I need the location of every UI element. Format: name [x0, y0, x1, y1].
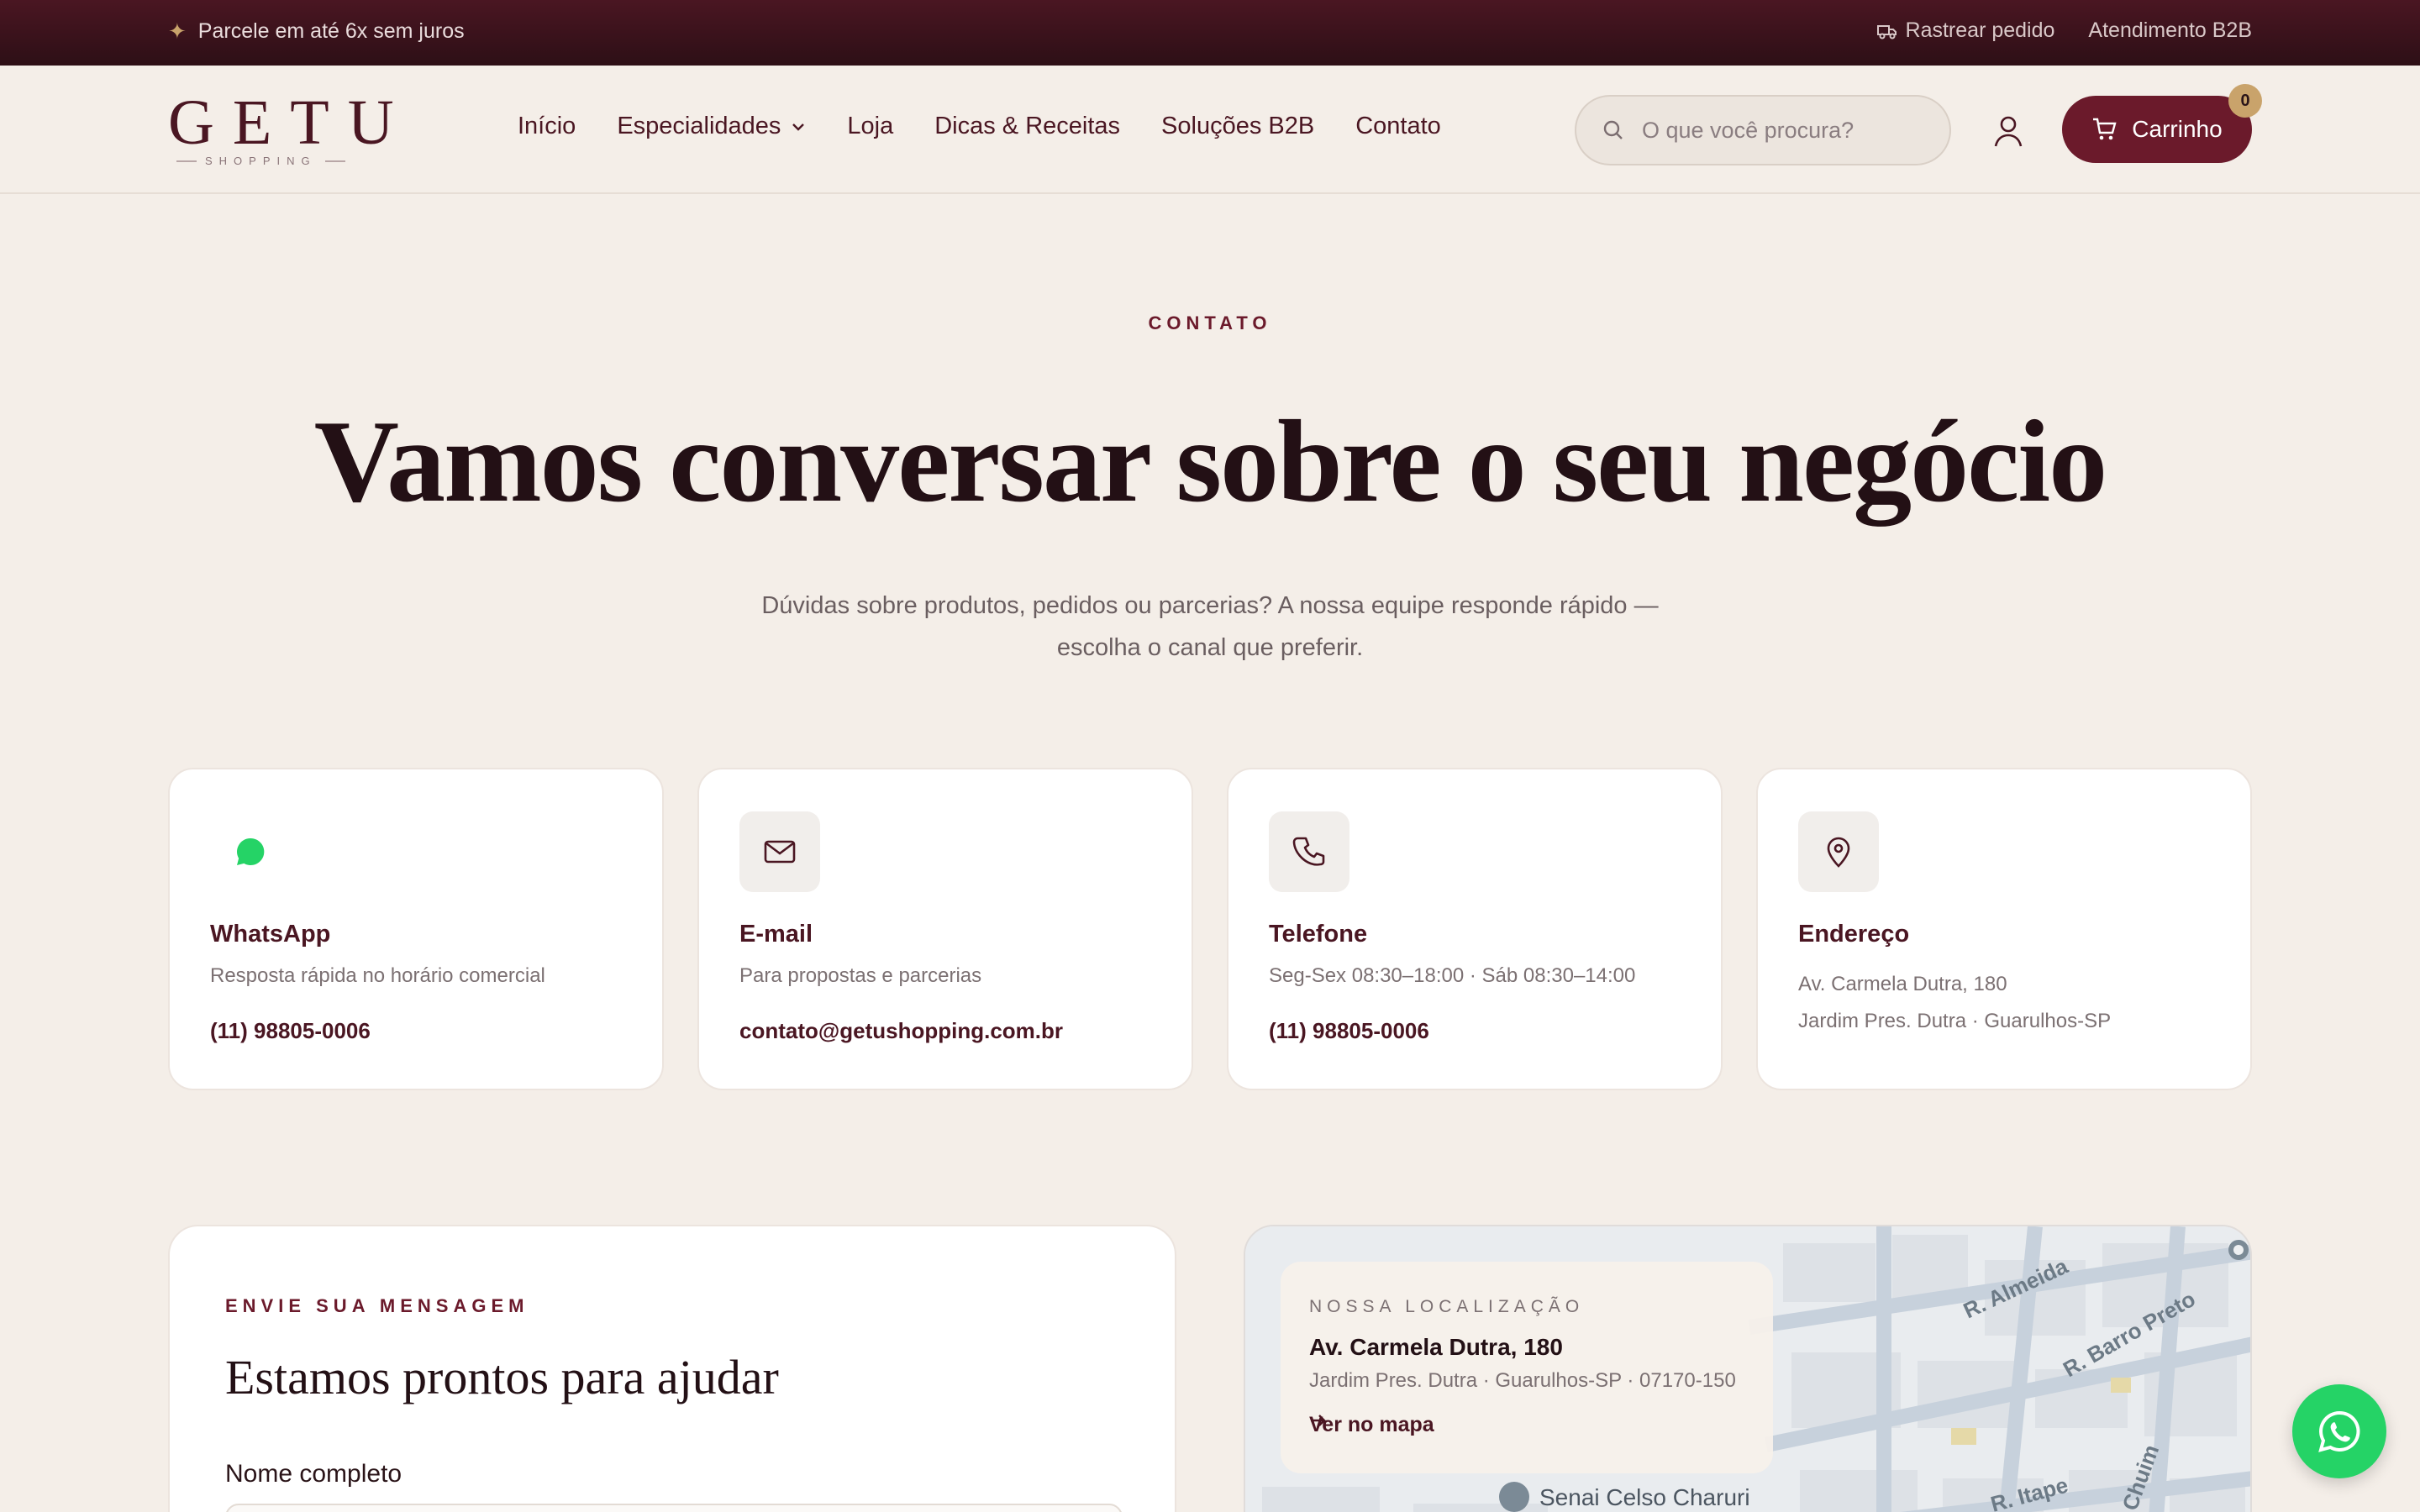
logo-word: GETU — [168, 87, 413, 158]
view-on-map-link[interactable]: Ver no mapa — [1309, 1413, 1434, 1437]
cart-icon — [2093, 118, 2117, 140]
mail-icon — [764, 840, 796, 864]
phone-icon-box — [1269, 811, 1349, 892]
card-description: Para propostas e parcerias — [739, 964, 982, 987]
map-eyebrow: NOSSA LOCALIZAÇÃO — [1309, 1297, 1585, 1316]
arrow-right-icon — [1311, 1415, 1326, 1426]
email-address[interactable]: contato@getushopping.com.br — [739, 1018, 1063, 1044]
search-input[interactable] — [1642, 117, 1911, 144]
section-eyebrow: CONTATO — [1148, 312, 1272, 333]
contact-card-phone[interactable]: Telefone Seg-Sex 08:30–18:00 · Sáb 08:30… — [1227, 768, 1723, 1090]
site-header: GETU SHOPPING Início Especialidades Loja… — [0, 66, 2420, 194]
nav-item-especialidades-label: Especialidades — [617, 113, 781, 139]
address-line-2: Jardim Pres. Dutra · Guarulhos-SP — [1798, 1010, 2112, 1032]
card-title: WhatsApp — [210, 921, 331, 948]
nav-item-contato[interactable]: Contato — [1355, 113, 1441, 140]
form-eyebrow: ENVIE SUA MENSAGEM — [225, 1295, 529, 1316]
account-button[interactable] — [1991, 113, 2025, 150]
name-field-label: Nome completo — [225, 1460, 402, 1488]
map-pin-icon — [1827, 837, 1850, 868]
card-description: Seg-Sex 08:30–18:00 · Sáb 08:30–14:00 — [1269, 964, 1636, 987]
map-place-label: Senai Celso Charuri — [1539, 1484, 1750, 1510]
card-title: Endereço — [1798, 921, 1910, 948]
nav-item-solucoes-b2b[interactable]: Soluções B2B — [1161, 113, 1314, 140]
nav-item-loja[interactable]: Loja — [847, 113, 893, 140]
getu-logo[interactable]: GETU SHOPPING — [168, 87, 413, 167]
address-text: Av. Carmela Dutra, 180 Jardim Pres. Dutr… — [1798, 966, 2111, 1040]
cart-count-badge: 0 — [2228, 84, 2262, 118]
cart-label: Carrinho — [2132, 116, 2223, 142]
promo-text: Parcele em até 6x sem juros — [197, 19, 465, 43]
page-subtitle: Dúvidas sobre produtos, pedidos ou parce… — [706, 585, 1714, 669]
contact-card-address[interactable]: Endereço Av. Carmela Dutra, 180 Jardim P… — [1756, 768, 2252, 1090]
page-title: Vamos conversar sobre o seu negócio — [313, 396, 2107, 527]
search-icon — [1603, 120, 1623, 139]
truck-icon — [1876, 24, 1897, 39]
form-title: Estamos prontos para ajudar — [225, 1350, 779, 1404]
whatsapp-icon-box — [210, 811, 291, 892]
top-links: Rastrear pedido Atendimento B2B — [1876, 18, 2252, 43]
card-title: E-mail — [739, 921, 813, 948]
top-promo-bar: ✦ Parcele em até 6x sem juros Rastrear p… — [0, 0, 2420, 66]
subtitle-line-1: Dúvidas sobre produtos, pedidos ou parce… — [761, 592, 1659, 619]
logo-sub-text: SHOPPING — [205, 155, 317, 167]
whatsapp-float-button[interactable] — [2292, 1384, 2386, 1478]
subtitle-line-2: escolha o canal que preferir. — [1056, 634, 1364, 661]
whatsapp-icon — [237, 837, 265, 865]
map-city: Jardim Pres. Dutra · Guarulhos-SP · 0717… — [1309, 1369, 1736, 1392]
track-order-link[interactable]: Rastrear pedido — [1876, 18, 2055, 43]
name-field[interactable] — [225, 1504, 1123, 1512]
card-title: Telefone — [1269, 921, 1368, 948]
search-bar — [1575, 95, 1951, 165]
map-pin-icon-box — [1798, 811, 1879, 892]
contact-form: ENVIE SUA MENSAGEM Estamos prontos para … — [168, 1225, 1176, 1512]
contact-card-whatsapp[interactable]: WhatsApp Resposta rápida no horário come… — [168, 768, 664, 1090]
whatsapp-number[interactable]: (11) 98805-0006 — [210, 1018, 371, 1044]
location-map[interactable]: R. Almeida R. Barro Preto R. Itape Chuim… — [1244, 1225, 2252, 1512]
sparkle-icon: ✦ — [168, 18, 187, 44]
user-icon — [1994, 116, 2023, 147]
whatsapp-icon — [2318, 1410, 2360, 1452]
nav-item-dicas-receitas[interactable]: Dicas & Receitas — [934, 113, 1120, 140]
installments-promo: ✦ Parcele em até 6x sem juros — [168, 18, 465, 45]
phone-icon — [1292, 837, 1325, 866]
map-street: Av. Carmela Dutra, 180 — [1309, 1334, 1563, 1360]
address-line-1: Av. Carmela Dutra, 180 — [1798, 973, 2007, 995]
mail-icon-box — [739, 811, 820, 892]
card-description: Resposta rápida no horário comercial — [210, 964, 545, 987]
nav-item-especialidades[interactable]: Especialidades — [617, 113, 806, 140]
main-nav: Início Especialidades Loja Dicas & Recei… — [518, 113, 1441, 140]
phone-number[interactable]: (11) 98805-0006 — [1269, 1018, 1429, 1044]
nav-item-inicio[interactable]: Início — [518, 113, 576, 140]
chevron-down-icon — [792, 123, 805, 131]
b2b-service-link[interactable]: Atendimento B2B — [2088, 18, 2252, 43]
track-order-label: Rastrear pedido — [1905, 18, 2055, 42]
cart-button[interactable]: Carrinho — [2062, 96, 2252, 163]
contact-cards: WhatsApp Resposta rápida no horário come… — [168, 768, 2252, 1090]
view-on-map-label: Ver no mapa — [1309, 1413, 1434, 1436]
contact-card-email[interactable]: E-mail Para propostas e parcerias contat… — [697, 768, 1193, 1090]
map-info-panel: NOSSA LOCALIZAÇÃO Av. Carmela Dutra, 180… — [1281, 1262, 1773, 1473]
